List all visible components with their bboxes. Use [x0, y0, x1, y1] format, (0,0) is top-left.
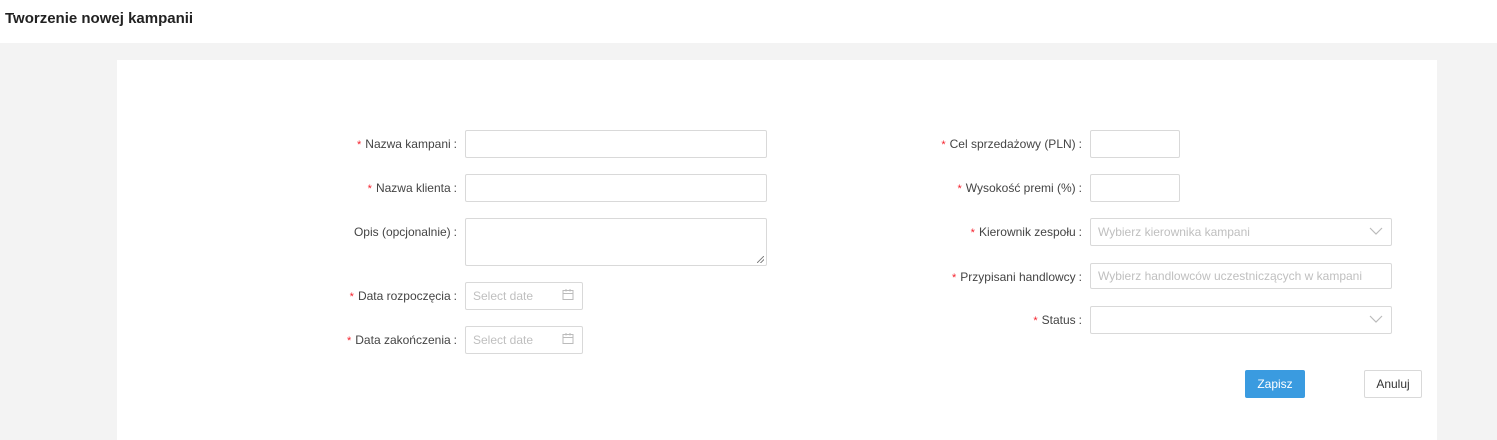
sales-target-input[interactable]: [1090, 130, 1180, 158]
description-label: Opis (opcjonalnie):: [354, 225, 457, 239]
label-text: Przypisani handlowcy: [960, 270, 1076, 284]
label-colon: :: [453, 333, 457, 347]
chevron-down-icon[interactable]: [1369, 313, 1383, 327]
label-text: Opis (opcjonalnie): [353, 225, 451, 239]
label-colon: :: [453, 181, 457, 195]
start-date-label: * Data rozpoczęcia:: [350, 289, 457, 303]
client-name-label: * Nazwa klienta:: [368, 181, 457, 195]
team-manager-select[interactable]: Wybierz kierownika kampani: [1090, 218, 1392, 246]
chevron-down-icon[interactable]: [1369, 225, 1383, 239]
label-text: Nazwa klienta: [375, 181, 451, 195]
placeholder: Select date: [473, 289, 534, 303]
resize-handle-icon[interactable]: [757, 256, 764, 263]
label-colon: :: [1078, 270, 1082, 284]
campaign-form: [117, 60, 1437, 440]
team-manager-label: * Kierownik zespołu:: [971, 225, 1082, 239]
end-date-picker[interactable]: Select date: [465, 326, 583, 354]
description-textarea[interactable]: [465, 218, 767, 266]
label-colon: :: [1078, 137, 1082, 151]
label-text: Nazwa kampani: [365, 137, 451, 151]
placeholder: Wybierz kierownika kampani: [1098, 225, 1250, 239]
campaign-name-label: * Nazwa kampani:: [357, 137, 457, 151]
required-mark: *: [349, 291, 354, 303]
label-text: Data zakończenia: [355, 333, 451, 347]
label-text: Status: [1041, 313, 1076, 327]
required-mark: *: [346, 335, 352, 347]
label-colon: :: [1078, 313, 1082, 327]
sales-target-label: * Cel sprzedażowy (PLN):: [941, 137, 1082, 151]
placeholder: Wybierz handlowców uczestniczących w kam…: [1098, 269, 1362, 283]
page-title: Tworzenie nowej kampanii: [5, 10, 194, 27]
cancel-button[interactable]: Anuluj: [1364, 370, 1422, 398]
page-header: Tworzenie nowej kampanii: [0, 0, 1497, 43]
required-mark: *: [970, 227, 975, 239]
save-button[interactable]: Zapisz: [1245, 370, 1305, 398]
required-mark: *: [1033, 315, 1038, 327]
placeholder: Select date: [473, 333, 534, 347]
calendar-icon[interactable]: [562, 289, 574, 304]
label-text: Cel sprzedażowy (PLN): [949, 137, 1076, 151]
end-date-label: * Data zakończenia:: [347, 333, 457, 347]
status-select[interactable]: [1090, 306, 1392, 334]
label-text: Wysokość premi (%): [965, 181, 1076, 195]
label-text: Kierownik zespołu: [978, 225, 1076, 239]
required-mark: *: [951, 272, 957, 284]
status-label: * Status:: [1033, 313, 1082, 327]
label-colon: :: [1078, 181, 1082, 195]
label-colon: :: [453, 289, 457, 303]
label-colon: :: [1078, 225, 1082, 239]
required-mark: *: [957, 183, 962, 195]
calendar-icon[interactable]: [562, 333, 574, 348]
label-text: Data rozpoczęcia: [357, 289, 451, 303]
campaign-name-input[interactable]: [465, 130, 767, 158]
label-colon: :: [453, 225, 457, 239]
assigned-salespeople-select[interactable]: Wybierz handlowców uczestniczących w kam…: [1090, 263, 1392, 289]
bonus-percent-input[interactable]: [1090, 174, 1180, 202]
bonus-percent-label: * Wysokość premi (%):: [957, 181, 1082, 195]
required-mark: *: [367, 183, 372, 195]
client-name-input[interactable]: [465, 174, 767, 202]
required-mark: *: [357, 139, 362, 151]
label-colon: :: [453, 137, 457, 151]
assigned-salespeople-label: * Przypisani handlowcy:: [952, 270, 1082, 284]
start-date-picker[interactable]: Select date: [465, 282, 583, 310]
required-mark: *: [941, 139, 946, 151]
